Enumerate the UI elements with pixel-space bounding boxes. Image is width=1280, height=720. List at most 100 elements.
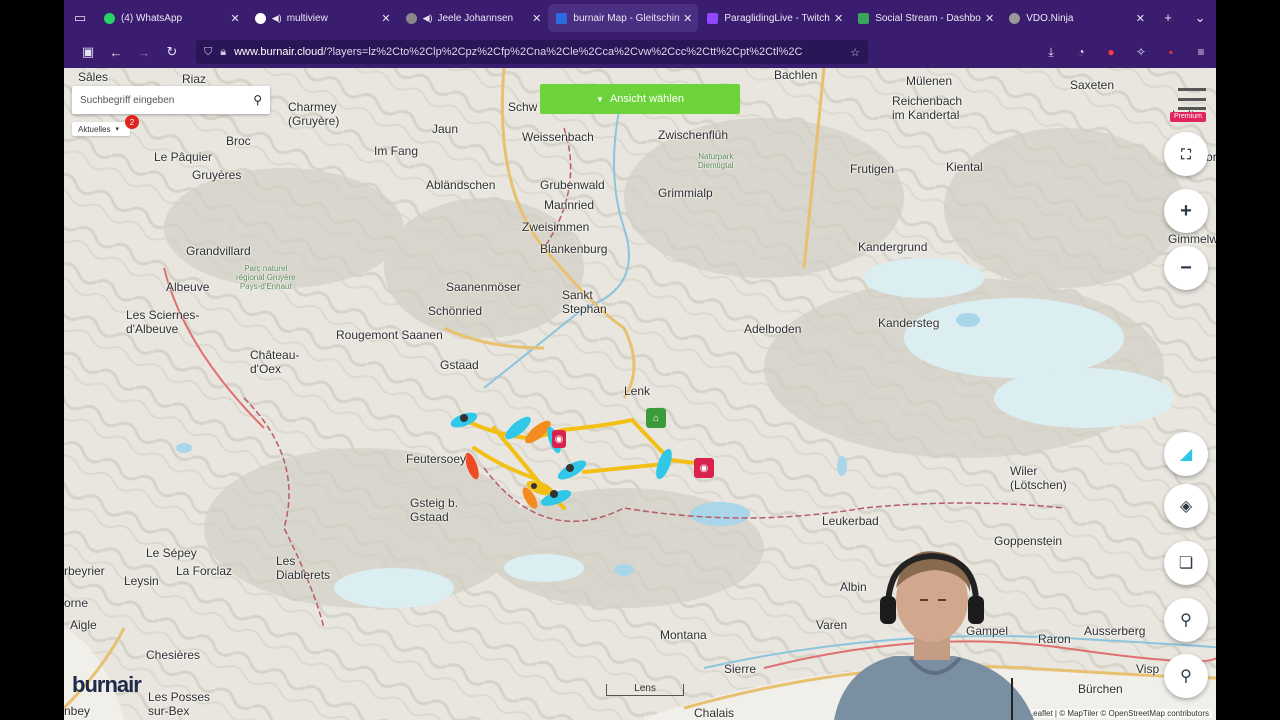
tab-multiview[interactable]: ◀) multiview ✕ xyxy=(247,4,397,32)
close-tab-icon[interactable]: ✕ xyxy=(381,12,390,25)
tab-title: ParaglidingLive - Twitch xyxy=(724,12,830,24)
tab-overview-icon[interactable]: ▭ xyxy=(64,0,96,36)
webcam-marker-icon[interactable]: ◉ xyxy=(552,430,566,448)
close-tab-icon[interactable]: ✕ xyxy=(985,12,994,25)
place-label: Bachlen xyxy=(774,68,818,82)
whatsapp-icon xyxy=(103,12,115,24)
back-icon[interactable]: ← xyxy=(102,40,130,64)
place-label: Frutigen xyxy=(850,162,895,176)
close-tab-icon[interactable]: ✕ xyxy=(1136,12,1145,25)
tab-jeele[interactable]: ◀) Jeele Johannsen ✕ xyxy=(398,4,548,32)
forward-icon[interactable]: → xyxy=(130,40,158,64)
fullscreen-button[interactable]: ⛶ xyxy=(1164,132,1208,176)
reload-icon[interactable]: ↻ xyxy=(158,40,186,64)
place-label: Bürchen xyxy=(1078,682,1123,696)
map-view[interactable]: Sâles Riaz Charmey (Gruyère) Jaun Schw Weisse… xyxy=(64,68,1216,720)
bookmark-star-icon[interactable]: ☆ xyxy=(850,46,860,59)
place-label: Blankenburg xyxy=(540,242,608,256)
notification-badge: 2 xyxy=(125,115,139,129)
search-box[interactable]: ⚲ xyxy=(72,86,270,114)
tab-whatsapp[interactable]: (4) WhatsApp ✕ xyxy=(96,4,246,32)
place-label: Adelboden xyxy=(744,322,802,336)
paraglider-layer-button[interactable]: ◢ xyxy=(1164,432,1208,476)
place-label: Lenk xyxy=(624,384,651,398)
address-bar[interactable]: ⛉ 🔒︎ www.burnair.cloud/?layers=lz%2Cto%2… xyxy=(196,40,868,64)
layers-button[interactable]: ❏ xyxy=(1164,541,1208,585)
place-label: Kiental xyxy=(946,160,983,174)
hamburger-menu-icon[interactable] xyxy=(1178,88,1206,110)
tab-title: (4) WhatsApp xyxy=(120,12,183,24)
tab-burnair[interactable]: burnair Map - Gleitschirm ✕ xyxy=(548,4,699,32)
scale-bar: Lens xyxy=(606,684,684,696)
zoom-out-button[interactable]: − xyxy=(1164,246,1208,290)
close-tab-icon[interactable]: ✕ xyxy=(231,12,240,25)
filter-dropdown[interactable]: Aktuelles ▾ 2 xyxy=(72,115,139,136)
webcam-overlay xyxy=(834,551,1034,720)
burnair-icon xyxy=(556,12,568,24)
download-icon[interactable]: ⤓ xyxy=(1036,45,1066,60)
new-tab-icon[interactable]: + xyxy=(1152,10,1184,26)
url-path: /?layers=lz%2Cto%2Clp%2Cpz%2Cfp%2Cna%2Cl… xyxy=(323,46,803,58)
place-label: Ausserberg xyxy=(1084,624,1146,638)
place-label: Grandvillard xyxy=(186,244,251,258)
extension-badge-icon[interactable]: ▪ xyxy=(1156,45,1186,60)
lock-icon[interactable]: 🔒︎ xyxy=(220,46,226,59)
url-text[interactable]: www.burnair.cloud/?layers=lz%2Cto%2Clp%2… xyxy=(234,46,850,58)
app-menu-icon[interactable]: ≡ xyxy=(1186,45,1216,60)
search-input[interactable] xyxy=(80,94,254,106)
search-icon[interactable]: ⚲ xyxy=(253,93,262,107)
map-search-button[interactable]: ⚲ xyxy=(1164,598,1208,642)
place-label: Les Diablerets xyxy=(276,554,331,582)
speaker-icon[interactable]: ◀) xyxy=(272,13,282,24)
tab-title: Social Stream - Dashboard xyxy=(875,12,981,24)
map-attribution[interactable]: Leaflet | © MapTiler © OpenStreetMap con… xyxy=(1025,709,1212,718)
place-label: Château- d'Oex xyxy=(250,348,300,376)
tab-social-stream[interactable]: Social Stream - Dashboard ✕ xyxy=(850,4,1000,32)
place-label: Chalais xyxy=(694,706,735,720)
place-label: Gsteig b. Gstaad xyxy=(410,496,459,524)
extensions-puzzle-icon[interactable]: ✧ xyxy=(1126,45,1156,60)
close-tab-icon[interactable]: ✕ xyxy=(532,12,541,25)
tab-title: VDO.Ninja xyxy=(1026,12,1074,24)
place-label: Reichenbach im Kandertal xyxy=(892,94,963,122)
place-label: Zwischenflüh xyxy=(658,128,729,142)
close-tab-icon[interactable]: ✕ xyxy=(683,12,692,25)
place-label: Sierre xyxy=(724,662,757,676)
tab-vdo-ninja[interactable]: VDO.Ninja ✕ xyxy=(1001,4,1151,32)
park-label: Naturpark Diemtigtal xyxy=(698,152,734,170)
extension-red-icon[interactable]: ● xyxy=(1096,45,1126,60)
place-label: Le Sépey xyxy=(146,546,197,560)
place-label: Charmey (Gruyère) xyxy=(288,100,340,128)
tab-title: burnair Map - Gleitschirm xyxy=(573,12,680,24)
tab-list-chevron-icon[interactable]: ⌄ xyxy=(1184,10,1216,26)
location-pin-button[interactable]: ⚲ xyxy=(1164,654,1208,698)
place-label: Grimmialp xyxy=(658,186,713,200)
place-label: Kandergrund xyxy=(858,240,928,254)
layer-3d-button[interactable]: ◈ xyxy=(1164,484,1208,528)
premium-badge[interactable]: Premium xyxy=(1170,112,1206,122)
place-label: Leysin xyxy=(124,574,159,588)
url-domain: www.burnair.cloud xyxy=(234,46,324,58)
place-label: nbey xyxy=(64,704,91,718)
shield-icon[interactable]: ⛉ xyxy=(204,46,212,59)
station-marker-icon[interactable]: ⌂ xyxy=(646,408,666,428)
place-label: Sâles xyxy=(78,70,109,84)
sidebar-toggle-icon[interactable]: ▣ xyxy=(74,40,102,64)
place-label: Im Fang xyxy=(374,144,419,158)
place-label: Albeuve xyxy=(166,280,210,294)
view-select-button[interactable]: ▼ Ansicht wählen xyxy=(540,84,740,114)
extension-clock-icon[interactable]: ◔ xyxy=(1066,45,1096,60)
place-label: Schw xyxy=(508,100,538,114)
place-label: Weissenbach xyxy=(522,130,594,144)
place-label: Montana xyxy=(660,628,707,642)
place-label: Saxeten xyxy=(1070,78,1115,92)
place-label: Feutersoey xyxy=(406,452,467,466)
speaker-icon[interactable]: ◀) xyxy=(423,13,433,24)
place-label: Le Pâquier xyxy=(154,150,213,164)
zoom-in-button[interactable]: + xyxy=(1164,189,1208,233)
tab-strip: ▭ (4) WhatsApp ✕ ◀) multiview ✕ ◀) Jeele… xyxy=(64,0,1216,36)
webcam-marker-icon[interactable]: ◉ xyxy=(694,458,714,478)
tab-twitch[interactable]: ParaglidingLive - Twitch ✕ xyxy=(699,4,849,32)
place-label: Mannried xyxy=(544,198,595,212)
close-tab-icon[interactable]: ✕ xyxy=(834,12,843,25)
